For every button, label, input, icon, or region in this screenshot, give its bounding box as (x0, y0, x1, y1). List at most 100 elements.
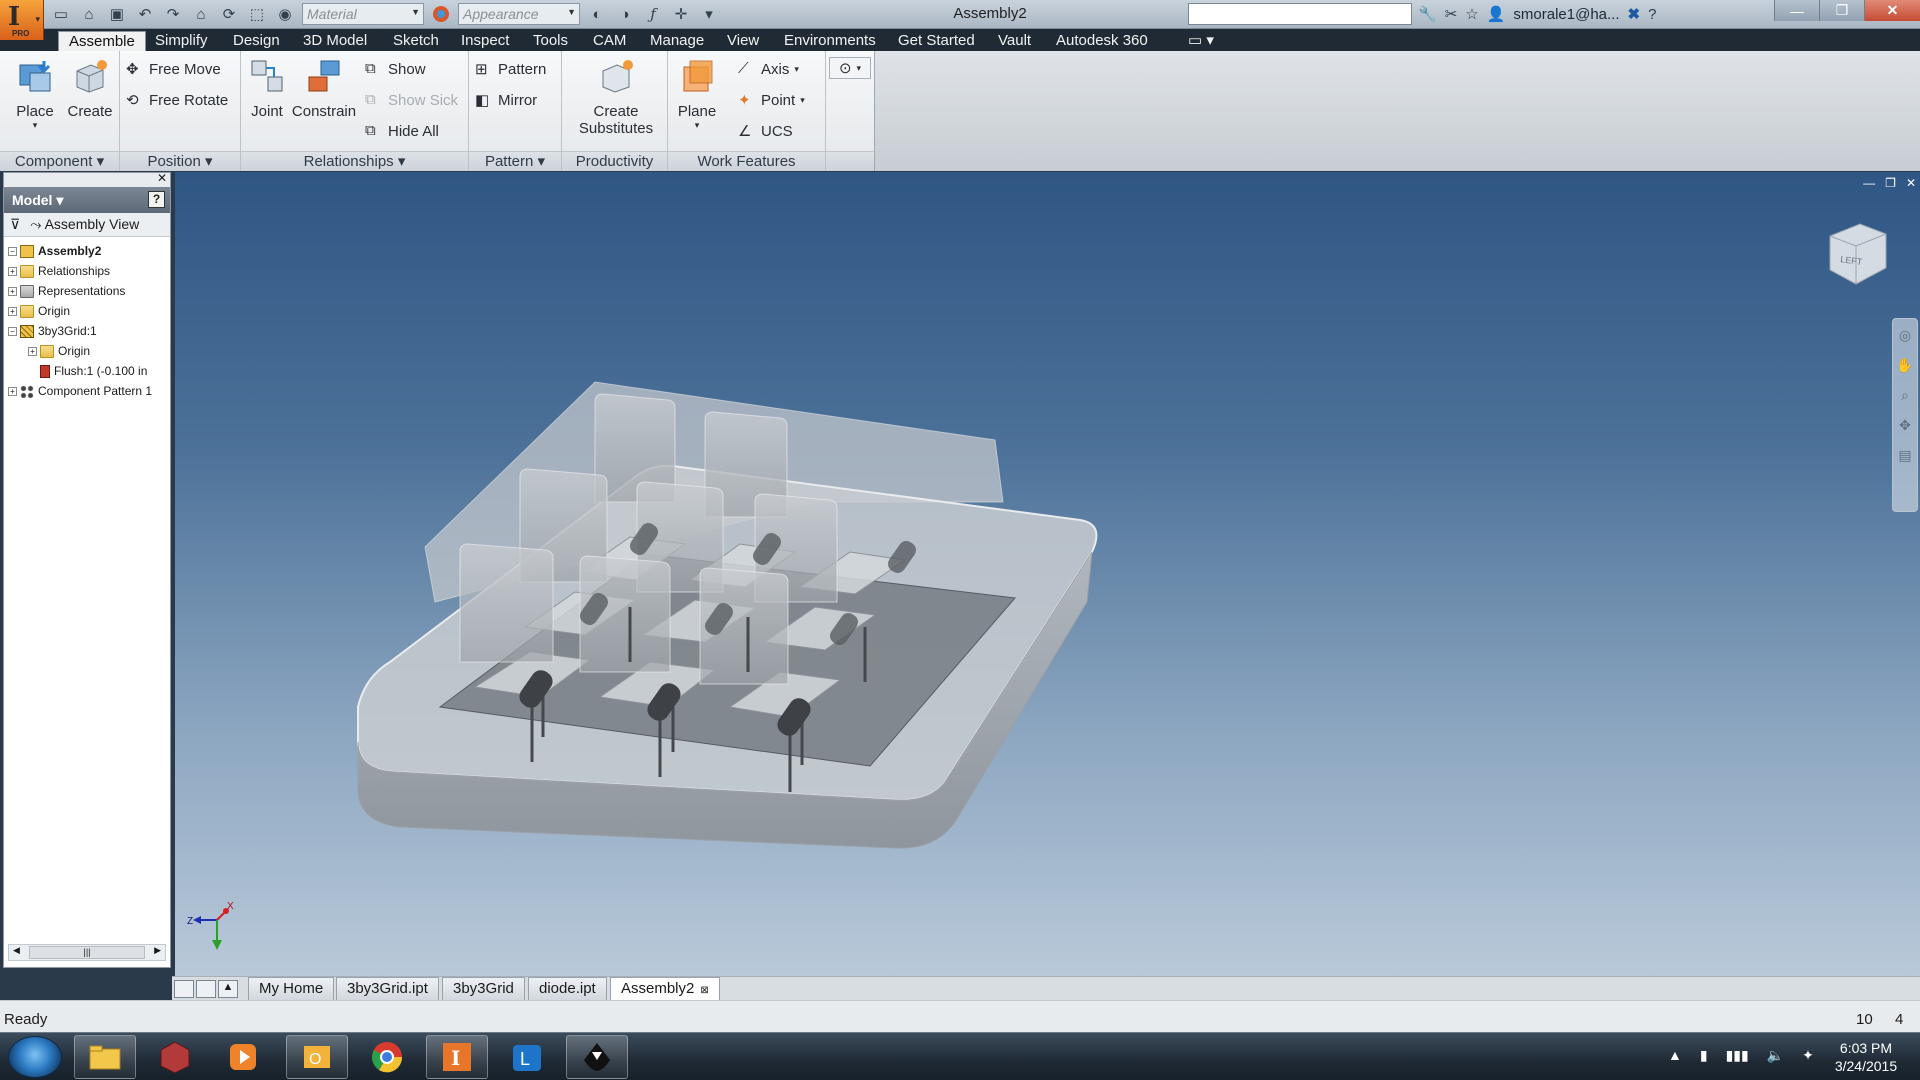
ucs-button[interactable]: ∠ UCS (738, 119, 793, 143)
expander-icon[interactable]: + (8, 266, 17, 276)
close-button[interactable]: ✕ (1864, 0, 1920, 21)
tile-windows-icon[interactable] (196, 980, 216, 998)
tab-assemble[interactable]: Assemble (58, 31, 146, 51)
expander-icon[interactable]: + (28, 346, 37, 356)
volume-icon[interactable]: 🔈 (1767, 1047, 1784, 1064)
pattern-group-label[interactable]: Pattern ▾ (469, 151, 561, 171)
joint-button[interactable]: Joint (247, 57, 287, 120)
maximize-button[interactable]: ❐ (1819, 0, 1864, 21)
help-icon[interactable]: ? (148, 191, 165, 208)
color-wheel-icon[interactable]: ◉ (274, 3, 296, 25)
open-folder-icon[interactable]: ⌂ (78, 3, 100, 25)
tab-manage[interactable]: Manage (640, 31, 714, 51)
tab-view[interactable]: View (717, 31, 769, 51)
tree-node[interactable]: + Component Pattern 1 (8, 381, 170, 401)
assembly-view-dropdown[interactable]: ⤳ Assembly View (30, 216, 139, 233)
wrench-icon[interactable]: 🔧 (1418, 5, 1437, 23)
tree-node[interactable]: + Representations (8, 281, 170, 301)
doc-tab-3by3grid[interactable]: 3by3Grid (442, 977, 525, 1001)
relationships-group-label[interactable]: Relationships ▾ (241, 151, 468, 171)
point-button[interactable]: ✦ Point ▾ (738, 88, 805, 112)
mirror-button[interactable]: ◧ Mirror (475, 88, 537, 112)
assembly-model[interactable] (175, 172, 1920, 976)
doc-tab-my-home[interactable]: My Home (248, 977, 335, 1001)
taskbar-file-explorer[interactable] (74, 1035, 136, 1079)
tab-autodesk-360[interactable]: Autodesk 360 (1046, 31, 1158, 51)
communication-icon[interactable]: ✂ (1445, 5, 1458, 23)
favorites-star-icon[interactable]: ☆ (1465, 5, 1478, 23)
customize-icon[interactable]: ▾ (698, 3, 720, 25)
tab-cam[interactable]: CAM (583, 31, 636, 51)
hide-all-button[interactable]: ⧉ Hide All (365, 119, 439, 143)
component-group-label[interactable]: Component ▾ (0, 151, 119, 171)
constrain-button[interactable]: Constrain (291, 57, 357, 120)
tree-node[interactable]: Flush:1 (-0.100 in (8, 361, 170, 381)
plane-button[interactable]: Plane ▾ (674, 57, 720, 131)
measure-icon[interactable]: ✛ (670, 3, 692, 25)
scroll-left-icon[interactable]: ◀ (13, 945, 20, 956)
tab-tools[interactable]: Tools (523, 31, 578, 51)
tree-node[interactable]: + Origin (8, 301, 170, 321)
tree-node[interactable]: − 3by3Grid:1 (8, 321, 170, 341)
appearance-dropdown[interactable]: Appearance ▼ (458, 3, 580, 25)
tree-node[interactable]: + Relationships (8, 261, 170, 281)
document-list-icon[interactable]: ▲ (218, 980, 238, 998)
adjust-appearance-icon[interactable]: ◐ (586, 3, 608, 25)
tree-node[interactable]: + Origin (8, 341, 170, 361)
tab-simplify[interactable]: Simplify (145, 31, 218, 51)
expander-icon[interactable]: + (8, 306, 17, 316)
user-icon[interactable]: 👤 (1487, 5, 1506, 23)
position-group-label[interactable]: Position ▾ (120, 151, 240, 171)
update-icon[interactable]: ⟳ (218, 3, 240, 25)
system-clock[interactable]: 6:03 PM 3/24/2015 (1820, 1039, 1912, 1075)
free-move-button[interactable]: ✥ Free Move (126, 57, 221, 81)
select-icon[interactable]: ⬚ (246, 3, 268, 25)
taskbar-lync[interactable]: L (496, 1035, 558, 1079)
horizontal-scrollbar[interactable]: ◀ ||| ▶ (8, 944, 166, 961)
tab-inspect[interactable]: Inspect (451, 31, 519, 51)
exchange-apps-icon[interactable]: ✖ (1628, 5, 1641, 23)
material-dropdown[interactable]: Material ▼ (302, 3, 424, 25)
taskbar-inventor[interactable]: I (426, 1035, 488, 1079)
application-menu-button[interactable]: I PRO ▾ (0, 0, 44, 40)
undo-icon[interactable]: ↶ (134, 3, 156, 25)
new-file-icon[interactable]: ▭ (50, 3, 72, 25)
scroll-right-icon[interactable]: ▶ (154, 945, 161, 956)
tab-get-started[interactable]: Get Started (888, 31, 985, 51)
graphics-viewport[interactable]: — ❐ ✕ LEFT ◎ ✋ ⌕ ✥ ▤ Z X (175, 172, 1920, 976)
ribbon-overflow-button[interactable]: ⊙ ▾ (829, 57, 871, 79)
help-search-input[interactable] (1188, 3, 1412, 25)
device-icon[interactable]: ▮ (1700, 1047, 1708, 1064)
taskbar-media-player[interactable] (212, 1035, 274, 1079)
signed-in-user[interactable]: smorale1@ha... (1513, 6, 1619, 23)
taskbar-inkscape[interactable] (566, 1035, 628, 1079)
scrollbar-thumb[interactable]: ||| (29, 946, 145, 959)
close-icon[interactable]: ✕ (157, 171, 167, 185)
start-button[interactable] (8, 1036, 62, 1078)
close-tab-icon[interactable]: ⊠ (700, 985, 708, 996)
pattern-button[interactable]: ⊞ Pattern (475, 57, 546, 81)
filter-icon[interactable]: ⊽ (10, 216, 20, 233)
free-rotate-button[interactable]: ⟲ Free Rotate (126, 88, 228, 112)
browser-header[interactable]: Model ▾ ? (4, 187, 170, 213)
place-button[interactable]: Place ▾ (10, 57, 60, 131)
tab-sketch[interactable]: Sketch (383, 31, 449, 51)
tab-3d-model[interactable]: 3D Model (293, 31, 377, 51)
tab-design[interactable]: Design (223, 31, 290, 51)
show-relationships-button[interactable]: ⧉ Show (365, 57, 426, 81)
save-icon[interactable]: ▣ (106, 3, 128, 25)
parameters-icon[interactable]: ƒ (642, 3, 664, 25)
show-sick-button[interactable]: ⧉ Show Sick (365, 88, 458, 112)
doc-tab-diode-ipt[interactable]: diode.ipt (528, 977, 607, 1001)
show-hidden-icons[interactable]: ▲ (1668, 1047, 1682, 1064)
network-icon[interactable]: ▮▮▮ (1726, 1047, 1749, 1064)
expander-icon[interactable]: + (8, 386, 17, 396)
taskbar-outlook[interactable]: O (286, 1035, 348, 1079)
minimize-button[interactable]: — (1774, 0, 1819, 21)
create-substitutes-button[interactable]: Create Substitutes (572, 57, 660, 137)
tab-environments[interactable]: Environments (774, 31, 886, 51)
taskbar-chrome[interactable] (356, 1035, 418, 1079)
doc-tab-3by3grid-ipt[interactable]: 3by3Grid.ipt (336, 977, 439, 1001)
cascade-windows-icon[interactable] (174, 980, 194, 998)
expander-icon[interactable]: − (8, 326, 17, 336)
